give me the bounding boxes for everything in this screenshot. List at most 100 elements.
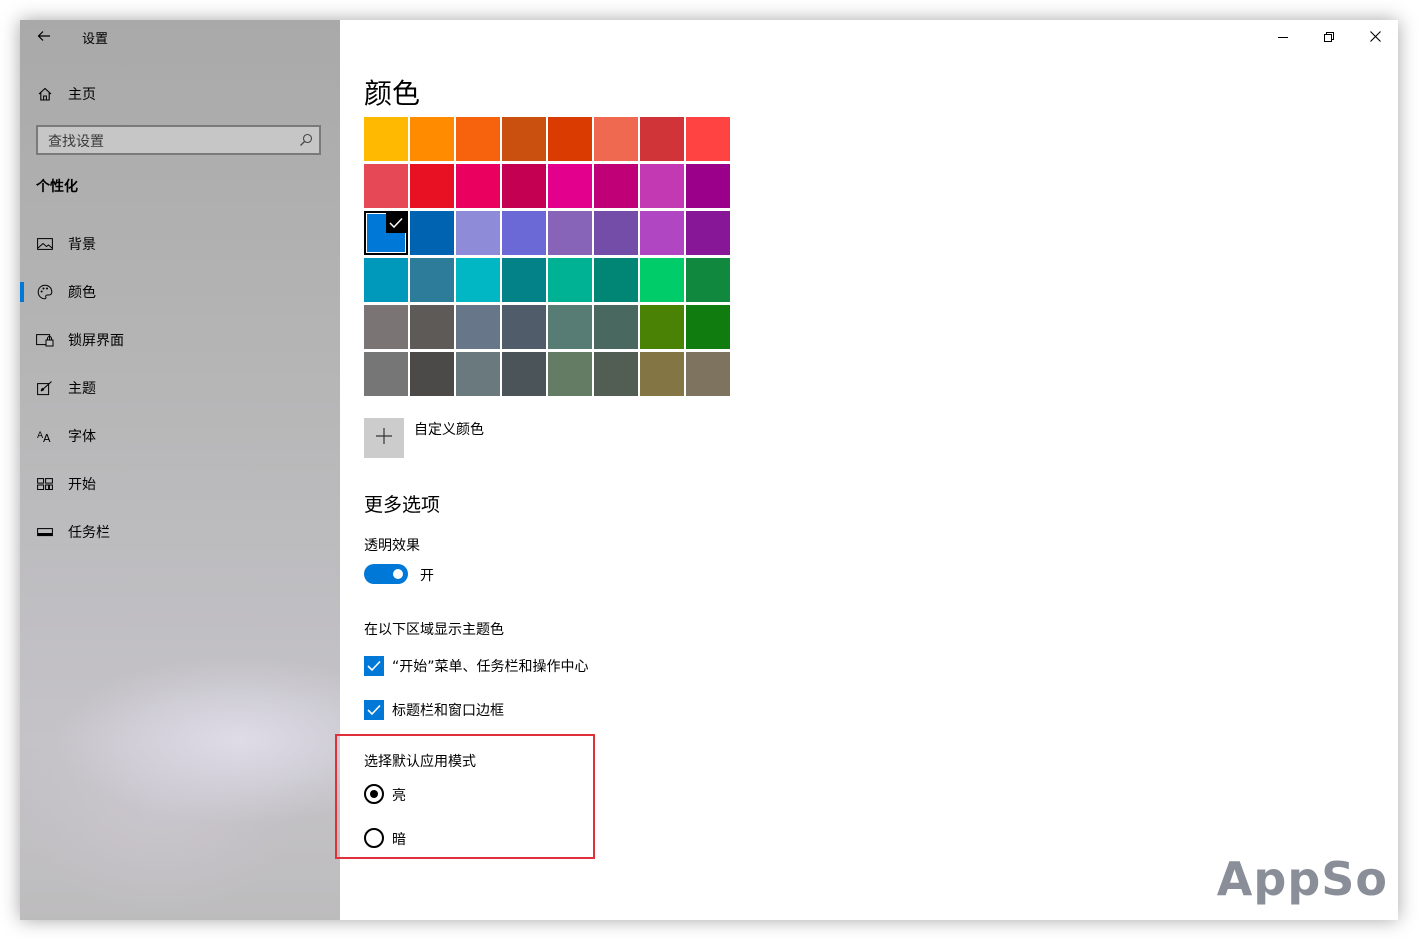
color-swatch[interactable] [364,211,408,255]
color-swatch[interactable] [410,258,454,302]
color-swatch[interactable] [410,352,454,396]
sidebar-item-start[interactable]: 开始 [20,466,340,502]
color-swatch[interactable] [456,117,500,161]
color-swatch[interactable] [364,258,408,302]
color-swatch[interactable] [502,117,546,161]
restore-button[interactable] [1306,20,1352,52]
color-swatch[interactable] [548,258,592,302]
sidebar-item-label: 开始 [68,477,96,493]
sidebar-item-label: 主题 [68,381,96,397]
color-swatch[interactable] [364,117,408,161]
watermark-logo: AppSo [1216,852,1388,906]
color-swatch[interactable] [640,258,684,302]
dark-mode-radio[interactable] [364,828,384,848]
color-swatch[interactable] [640,305,684,349]
sidebar: 设置 主页 个性化 背景 颜色 [20,20,340,920]
transparency-state: 开 [420,568,434,584]
close-button[interactable] [1352,20,1398,52]
color-swatch[interactable] [594,211,638,255]
color-swatch[interactable] [410,211,454,255]
color-swatch[interactable] [410,305,454,349]
home-label: 主页 [68,87,96,103]
back-arrow-icon[interactable] [36,28,52,48]
color-swatch[interactable] [594,258,638,302]
color-swatch[interactable] [686,117,730,161]
color-swatch[interactable] [594,305,638,349]
color-swatch[interactable] [686,211,730,255]
title-bars-label: 标题栏和窗口边框 [392,703,504,719]
color-swatch[interactable] [594,352,638,396]
color-swatch[interactable] [548,352,592,396]
color-swatch[interactable] [548,211,592,255]
lock-screen-icon [36,331,54,349]
color-swatch[interactable] [594,117,638,161]
window-title: 设置 [82,32,109,47]
color-swatch[interactable] [502,352,546,396]
color-swatch[interactable] [502,258,546,302]
checkmark-icon [367,657,381,676]
color-swatch[interactable] [456,164,500,208]
sidebar-item-label: 背景 [68,237,96,253]
search-input[interactable] [46,131,290,153]
color-swatch[interactable] [456,352,500,396]
minimize-icon [1278,27,1288,46]
color-swatch[interactable] [410,117,454,161]
home-icon [36,86,54,102]
nav-home[interactable]: 主页 [36,82,96,106]
light-mode-label: 亮 [392,788,406,804]
color-swatch[interactable] [410,164,454,208]
color-swatch[interactable] [640,164,684,208]
color-swatch[interactable] [502,305,546,349]
sidebar-item-colors[interactable]: 颜色 [20,274,340,310]
main-panel: 颜色 自定义颜色 更多选项 透明效果 开 在以下区域显示主题色 “开始”菜单、任… [335,20,1398,920]
start-taskbar-checkbox[interactable] [364,656,384,676]
sidebar-item-background[interactable]: 背景 [20,226,340,262]
color-swatch[interactable] [640,352,684,396]
custom-color-button[interactable] [364,418,404,458]
restore-icon [1324,27,1334,46]
checkmark-icon [386,213,406,233]
transparency-toggle[interactable] [364,564,408,584]
section-title: 个性化 [36,179,78,195]
transparency-label: 透明效果 [364,538,420,554]
sidebar-item-label: 颜色 [68,285,96,301]
color-swatch[interactable] [640,211,684,255]
sidebar-item-taskbar[interactable]: 任务栏 [20,514,340,550]
color-swatch[interactable] [548,117,592,161]
color-swatch[interactable] [686,258,730,302]
light-mode-radio[interactable] [364,784,384,804]
picture-icon [36,235,54,253]
search-box [36,125,321,155]
color-swatch[interactable] [502,164,546,208]
color-swatch[interactable] [548,305,592,349]
color-swatch[interactable] [456,211,500,255]
sidebar-item-label: 锁屏界面 [68,333,124,349]
more-options-title: 更多选项 [364,494,441,516]
minimize-button[interactable] [1260,20,1306,52]
title-bars-checkbox[interactable] [364,700,384,720]
color-swatch[interactable] [686,164,730,208]
color-swatch[interactable] [502,211,546,255]
custom-color-label[interactable]: 自定义颜色 [414,419,484,439]
taskbar-icon [36,523,54,541]
sidebar-item-lock-screen[interactable]: 锁屏界面 [20,322,340,358]
theme-brush-icon [36,379,54,397]
color-swatch[interactable] [594,164,638,208]
color-swatch[interactable] [686,305,730,349]
accent-surfaces-label: 在以下区域显示主题色 [364,622,504,638]
svg-text:A: A [43,432,51,444]
color-swatch[interactable] [640,117,684,161]
color-swatch[interactable] [364,164,408,208]
app-mode-label: 选择默认应用模式 [364,754,476,770]
color-swatch[interactable] [548,164,592,208]
search-icon[interactable] [299,132,313,151]
palette-icon [36,283,54,301]
color-swatch[interactable] [686,352,730,396]
color-swatch[interactable] [456,305,500,349]
color-swatch[interactable] [456,258,500,302]
sidebar-item-fonts[interactable]: AA 字体 [20,418,340,454]
sidebar-item-label: 字体 [68,429,96,445]
color-swatch[interactable] [364,305,408,349]
sidebar-item-themes[interactable]: 主题 [20,370,340,406]
color-swatch[interactable] [364,352,408,396]
